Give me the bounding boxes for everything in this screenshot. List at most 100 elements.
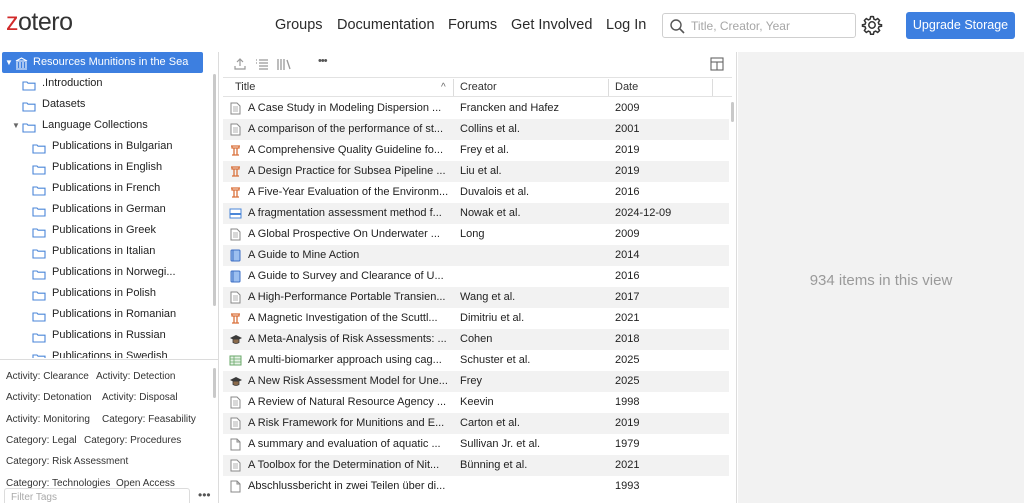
collection-label: Publications in Greek bbox=[52, 224, 156, 236]
collection-label: Publications in Russian bbox=[52, 329, 166, 341]
item-row[interactable]: A multi-biomarker approach using cag... S… bbox=[223, 350, 729, 371]
item-creator: Cohen bbox=[460, 333, 493, 345]
upgrade-storage-button[interactable]: Upgrade Storage bbox=[906, 12, 1015, 39]
collection-item[interactable]: Publications in Swedish bbox=[0, 346, 212, 358]
collection-item[interactable]: Publications in French bbox=[0, 178, 212, 199]
sort-ascending-icon[interactable]: ^ bbox=[441, 82, 446, 93]
item-row[interactable]: A High-Performance Portable Transien... W… bbox=[223, 287, 729, 308]
search-box[interactable] bbox=[662, 13, 856, 38]
collection-tree[interactable]: ▼ Resources Munitions in the Sea .Introduc… bbox=[0, 52, 219, 358]
item-creator: Liu et al. bbox=[460, 165, 502, 177]
collection-item[interactable]: .Introduction bbox=[0, 73, 212, 94]
tag-item[interactable]: Category: Risk Assessment bbox=[6, 456, 128, 467]
document-icon bbox=[229, 396, 242, 409]
item-row[interactable]: A comparison of the performance of st...… bbox=[223, 119, 729, 140]
column-divider[interactable] bbox=[608, 79, 609, 96]
column-date[interactable]: Date bbox=[615, 81, 638, 93]
item-title: A multi-biomarker approach using cag... bbox=[248, 354, 442, 366]
item-creator: Frey et al. bbox=[460, 144, 509, 156]
item-row[interactable]: A Five-Year Evaluation of the Environm..… bbox=[223, 182, 729, 203]
collection-item[interactable]: Datasets bbox=[0, 94, 212, 115]
nav-groups[interactable]: Groups bbox=[275, 17, 323, 33]
expand-toggle-icon[interactable]: ▼ bbox=[5, 52, 13, 73]
book-icon bbox=[229, 270, 242, 283]
item-title: A fragmentation assessment method f... bbox=[248, 207, 442, 219]
column-title[interactable]: Title bbox=[235, 81, 255, 93]
zotero-logo[interactable]: zotero bbox=[6, 8, 73, 37]
item-row[interactable]: A Toolbox for the Determination of Nit..… bbox=[223, 455, 729, 476]
nav-log-in[interactable]: Log In bbox=[606, 17, 646, 33]
item-creator: Wang et al. bbox=[460, 291, 516, 303]
item-date: 2024-12-09 bbox=[615, 207, 672, 219]
item-row[interactable]: A fragmentation assessment method f... No… bbox=[223, 203, 729, 224]
tag-item[interactable]: Category: Procedures bbox=[84, 435, 181, 446]
conference-paper-icon bbox=[229, 186, 242, 199]
collection-item[interactable]: Publications in Norwegi... bbox=[0, 262, 212, 283]
items-scrollbar[interactable] bbox=[731, 102, 734, 122]
tag-item[interactable]: Open Access bbox=[116, 478, 175, 489]
collection-item[interactable]: Publications in Romanian bbox=[0, 304, 212, 325]
collection-label: Publications in Italian bbox=[52, 245, 156, 257]
item-row[interactable]: A Meta-Analysis of Risk Assessments: ...… bbox=[223, 329, 729, 350]
filter-tags-input[interactable]: Filter Tags bbox=[4, 488, 190, 503]
tag-item[interactable]: Activity: Detection bbox=[96, 371, 175, 382]
collection-item[interactable]: ▼ Resources Munitions in the Sea bbox=[2, 52, 203, 73]
tag-scrollbar[interactable] bbox=[213, 368, 216, 398]
item-row[interactable]: A Risk Framework for Munitions and E... C… bbox=[223, 413, 729, 434]
list-icon[interactable] bbox=[255, 57, 269, 71]
item-row[interactable]: A Case Study in Modeling Dispersion ... F… bbox=[223, 98, 729, 119]
item-row[interactable]: A Design Practice for Subsea Pipeline ..… bbox=[223, 161, 729, 182]
item-row[interactable]: A Review of Natural Resource Agency ... K… bbox=[223, 392, 729, 413]
column-picker-icon[interactable] bbox=[710, 57, 724, 71]
collection-item[interactable]: Publications in Italian bbox=[0, 241, 212, 262]
library-books-icon[interactable] bbox=[277, 57, 292, 71]
tag-item[interactable]: Activity: Detonation bbox=[6, 392, 92, 403]
top-header: zotero Groups Documentation Forums Get I… bbox=[0, 0, 1024, 52]
column-header: Title ^ Creator Date bbox=[223, 77, 732, 97]
item-row[interactable]: A summary and evaluation of aquatic ... S… bbox=[223, 434, 729, 455]
more-actions-icon[interactable]: ••• bbox=[318, 55, 328, 67]
tag-actions-menu[interactable]: ••• bbox=[198, 488, 211, 502]
tag-item[interactable]: Activity: Monitoring bbox=[6, 414, 90, 425]
upload-icon[interactable] bbox=[233, 57, 247, 71]
column-divider[interactable] bbox=[453, 79, 454, 96]
collection-scrollbar[interactable] bbox=[213, 74, 216, 306]
folder-icon bbox=[32, 351, 46, 358]
collection-item[interactable]: ▼ Language Collections bbox=[0, 115, 212, 136]
item-row[interactable]: A Global Prospective On Underwater ... Lo… bbox=[223, 224, 729, 245]
collection-item[interactable]: Publications in English bbox=[0, 157, 212, 178]
tag-item[interactable]: Category: Legal bbox=[6, 435, 77, 446]
nav-documentation[interactable]: Documentation bbox=[337, 17, 435, 33]
item-row[interactable]: A Magnetic Investigation of the Scuttl..… bbox=[223, 308, 729, 329]
item-title: A Toolbox for the Determination of Nit..… bbox=[248, 459, 440, 471]
collection-item[interactable]: Publications in Polish bbox=[0, 283, 212, 304]
collection-item[interactable]: Publications in German bbox=[0, 199, 212, 220]
tag-item[interactable]: Activity: Clearance bbox=[6, 371, 89, 382]
left-pane: ▼ Resources Munitions in the Sea .Introduc… bbox=[0, 52, 219, 503]
item-date: 2021 bbox=[615, 312, 640, 324]
item-row[interactable]: A New Risk Assessment Model for Une... Fr… bbox=[223, 371, 729, 392]
nav-get-involved[interactable]: Get Involved bbox=[511, 17, 592, 33]
search-input[interactable] bbox=[691, 17, 851, 35]
nav-forums[interactable]: Forums bbox=[448, 17, 497, 33]
collection-item[interactable]: Publications in Greek bbox=[0, 220, 212, 241]
item-title: Abschlussbericht in zwei Teilen über di.… bbox=[248, 480, 446, 492]
item-creator: Frey bbox=[460, 375, 482, 387]
item-date: 2001 bbox=[615, 123, 640, 135]
item-row[interactable]: A Guide to Survey and Clearance of U... 2… bbox=[223, 266, 729, 287]
column-divider[interactable] bbox=[712, 79, 713, 96]
collection-label: Publications in Bulgarian bbox=[52, 140, 173, 152]
collection-item[interactable]: Publications in Russian bbox=[0, 325, 212, 346]
tag-item[interactable]: Category: Feasability bbox=[102, 414, 196, 425]
gear-icon[interactable] bbox=[861, 14, 883, 36]
column-creator[interactable]: Creator bbox=[460, 81, 497, 93]
item-date: 2025 bbox=[615, 375, 640, 387]
item-row[interactable]: A Comprehensive Quality Guideline fo... F… bbox=[223, 140, 729, 161]
collection-item[interactable]: Publications in Bulgarian bbox=[0, 136, 212, 157]
tag-item[interactable]: Category: Technologies bbox=[6, 478, 110, 489]
item-row[interactable]: Abschlussbericht in zwei Teilen über di.… bbox=[223, 476, 729, 497]
tag-item[interactable]: Activity: Disposal bbox=[102, 392, 178, 403]
expand-toggle-icon[interactable]: ▼ bbox=[12, 115, 20, 136]
item-row[interactable]: A Guide to Mine Action 2014 bbox=[223, 245, 729, 266]
book-icon bbox=[229, 249, 242, 262]
